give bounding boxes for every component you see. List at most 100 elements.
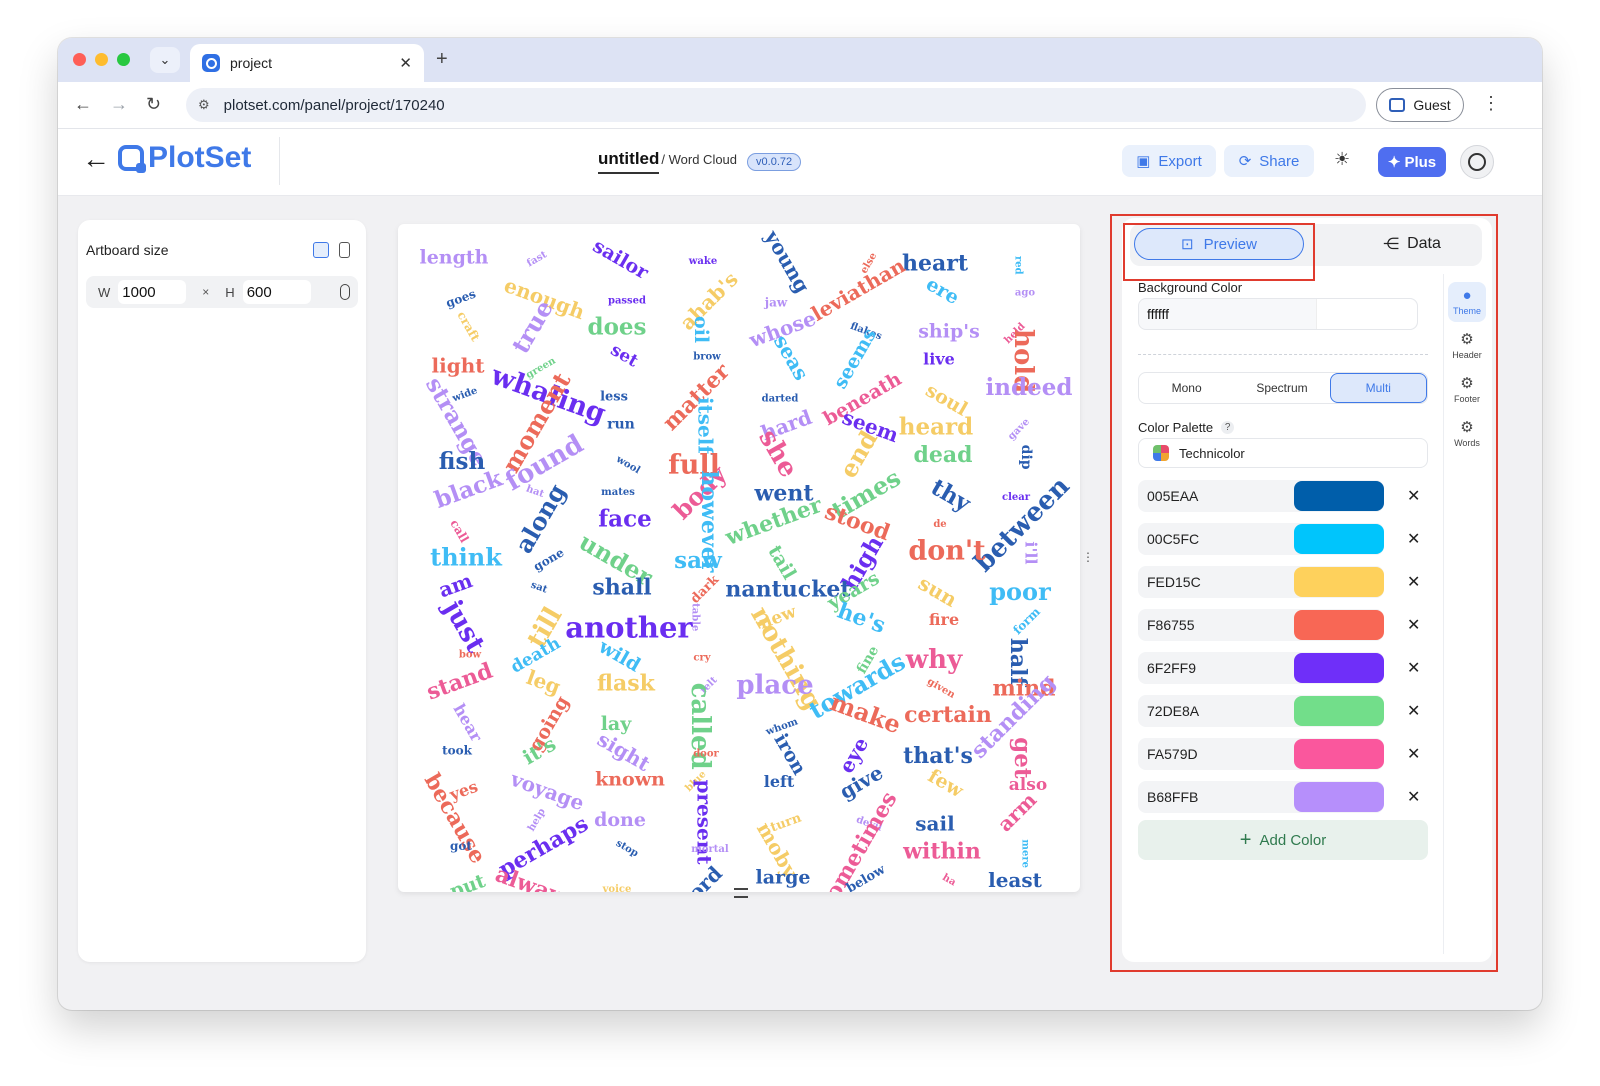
forward-icon[interactable]: → <box>110 94 128 115</box>
resize-handle-right[interactable]: ⋮ <box>1082 550 1094 564</box>
word-heart: heart <box>902 250 969 276</box>
word-saw: saw <box>674 547 723 574</box>
word-dont: don't <box>908 536 986 567</box>
address-bar[interactable]: ⚙ plotset.com/panel/project/170240 <box>186 88 1366 122</box>
word-word: word <box>670 861 727 892</box>
header-divider <box>279 137 280 185</box>
artboard-panel: Artboard size W 1000 × H 600 <box>78 220 366 962</box>
browser-tab-bar: ⌄ project ✕ + <box>58 38 1542 82</box>
browser-toolbar: ← → ↻ ⚙ plotset.com/panel/project/170240… <box>58 82 1542 129</box>
word-itself: itself <box>694 397 718 455</box>
word-voyage: voyage <box>507 766 588 815</box>
word-think: think <box>430 543 503 572</box>
word-length: length <box>420 246 489 268</box>
word-left: left <box>764 772 795 791</box>
back-icon[interactable]: ← <box>74 94 92 115</box>
logo-text: PlotSet <box>148 141 252 174</box>
plus-label: Plus <box>1404 153 1437 171</box>
back-arrow-icon[interactable]: ← <box>82 143 110 175</box>
word-poor: poor <box>989 577 1051 606</box>
version-badge: v0.0.72 <box>747 152 802 171</box>
new-tab-button[interactable]: + <box>436 48 448 71</box>
plotset-logo[interactable]: PlotSet <box>118 141 251 175</box>
browser-window: ⌄ project ✕ + ← → ↻ ⚙ plotset.com/panel/… <box>58 38 1542 1010</box>
word-wool: wool <box>613 453 642 476</box>
word-hes: he's <box>834 598 889 639</box>
artboard-canvas[interactable]: length fast sailor wake young else heart red goe… <box>398 224 1080 892</box>
close-window-button[interactable] <box>73 53 86 66</box>
word-set: set <box>607 340 642 372</box>
theme-toggle-sun-icon[interactable]: ☀ <box>1334 149 1350 170</box>
word-stop: stop <box>614 838 640 859</box>
browser-tab[interactable]: project ✕ <box>190 44 424 82</box>
artboard-size-title: Artboard size <box>86 242 169 258</box>
word-put: put <box>447 870 488 892</box>
word-took: took <box>442 743 473 757</box>
word-indeed: indeed <box>986 374 1073 401</box>
word-oil: oil <box>690 316 712 343</box>
word-seas: seas <box>769 331 814 385</box>
word-mortal: mortal <box>691 844 729 855</box>
word-bow: bow <box>459 649 482 660</box>
chevron-down-icon: ⌄ <box>159 52 171 67</box>
word-another: another <box>565 610 693 644</box>
word-flask: flask <box>597 671 656 697</box>
word-stand: stand <box>423 658 496 706</box>
word-why: why <box>905 645 963 675</box>
url-text: plotset.com/panel/project/170240 <box>223 96 445 114</box>
word-within: within <box>902 839 981 865</box>
word-run: run <box>607 416 635 432</box>
highlight-preview-tab <box>1123 223 1315 281</box>
word-form: form <box>1010 604 1043 637</box>
project-name[interactable]: untitled <box>598 149 660 174</box>
word-sailor: sailor <box>589 235 653 285</box>
word-dip: dip <box>1018 445 1034 470</box>
maximize-window-button[interactable] <box>117 53 130 66</box>
word-sat: sat <box>529 580 549 596</box>
word-red: red <box>1013 256 1024 275</box>
word-get: get <box>1009 737 1036 779</box>
user-avatar-button[interactable] <box>1460 145 1494 179</box>
word-door: door <box>693 748 719 759</box>
word-table: table <box>690 603 701 631</box>
word-live: live <box>923 350 955 369</box>
word-done: done <box>594 809 646 831</box>
resize-handle-bottom[interactable] <box>734 888 748 898</box>
guest-profile-button[interactable]: Guest <box>1376 88 1464 122</box>
width-input[interactable]: 1000 <box>118 280 187 304</box>
word-few: few <box>924 765 967 803</box>
word-leviathan: leviathan <box>807 253 909 326</box>
plus-button[interactable]: ✦ Plus <box>1378 147 1446 177</box>
word-wake: wake <box>688 256 717 267</box>
export-button[interactable]: ▣ Export <box>1122 145 1216 177</box>
word-fast: fast <box>525 249 549 269</box>
app-header: ← PlotSet untitled / Word Cloud v0.0.72 … <box>58 129 1542 196</box>
word-jaw: jaw <box>764 295 788 309</box>
word-thy: thy <box>926 474 975 518</box>
height-input[interactable]: 600 <box>242 280 311 304</box>
word-mere: mere <box>1020 839 1031 868</box>
word-ere: ere <box>922 273 963 309</box>
aspect-lock-icon[interactable] <box>340 284 350 300</box>
word-sail: sail <box>915 812 955 836</box>
word-dark: dark <box>688 572 723 607</box>
share-label: Share <box>1259 152 1300 170</box>
mobile-icon[interactable] <box>339 242 350 258</box>
desktop-icon[interactable] <box>313 242 329 258</box>
word-goes: goes <box>444 287 478 311</box>
word-known: known <box>595 768 665 790</box>
tab-search-button[interactable]: ⌄ <box>150 47 180 73</box>
minimize-window-button[interactable] <box>95 53 108 66</box>
word-ago: ago <box>1015 287 1035 298</box>
close-tab-icon[interactable]: ✕ <box>399 54 412 72</box>
reload-icon[interactable]: ↻ <box>146 94 161 115</box>
share-button[interactable]: ⟳ Share <box>1224 145 1314 177</box>
site-settings-icon[interactable]: ⚙ <box>198 97 210 113</box>
word-ha: ha <box>940 872 958 889</box>
word-heard: heard <box>899 413 973 440</box>
word-given: given <box>925 676 957 701</box>
browser-menu-icon[interactable]: ⋮ <box>1482 93 1500 114</box>
times-separator: × <box>202 285 210 299</box>
plotset-favicon-icon <box>202 54 220 72</box>
word-fire: fire <box>929 610 959 629</box>
